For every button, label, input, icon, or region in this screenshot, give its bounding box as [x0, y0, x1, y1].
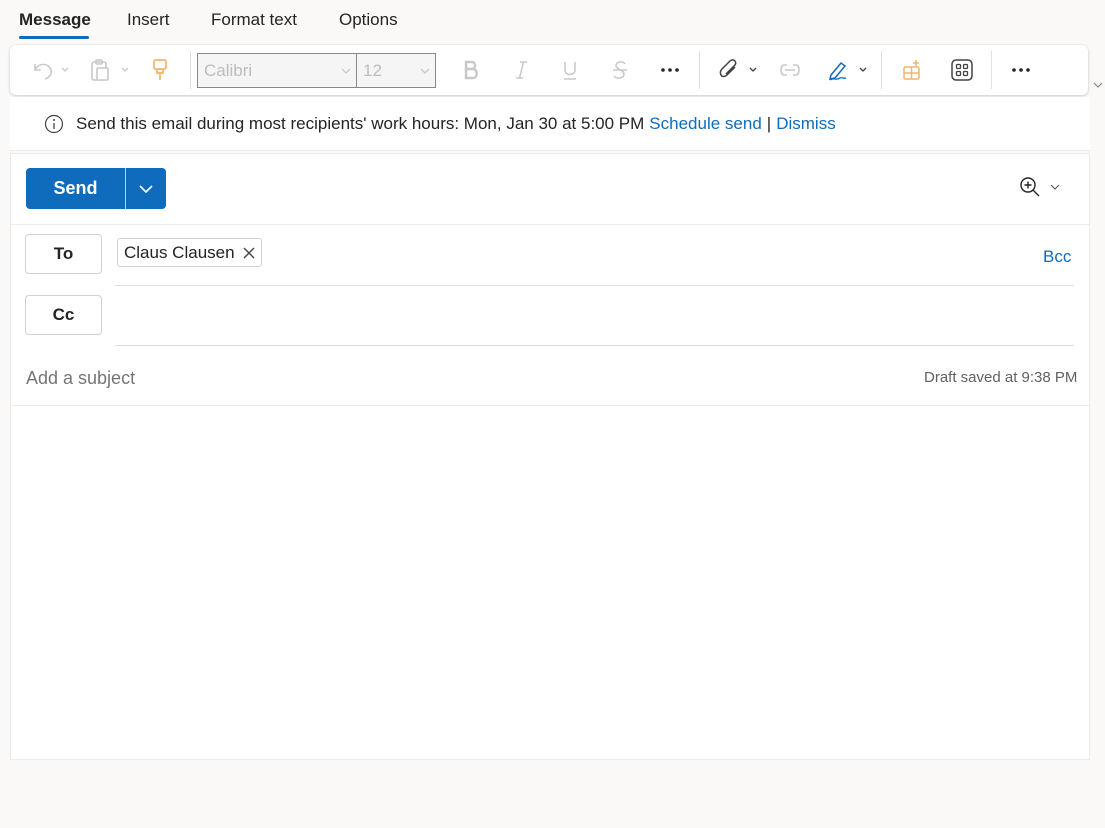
- undo-button[interactable]: [28, 56, 72, 84]
- strikethrough-button[interactable]: [605, 56, 635, 84]
- draft-status: Draft saved at 9:38 PM: [924, 369, 1078, 386]
- insert-table-button[interactable]: [897, 56, 927, 84]
- to-button[interactable]: To: [25, 234, 102, 274]
- link-icon: [780, 64, 800, 76]
- chevron-down-icon: [139, 184, 153, 193]
- more-icon: [1012, 68, 1030, 72]
- chevron-down-icon: [1050, 184, 1060, 190]
- font-size-select[interactable]: 12: [356, 53, 436, 88]
- signature-icon: [828, 61, 867, 81]
- tab-insert[interactable]: Insert: [127, 10, 170, 30]
- send-divider: [125, 168, 126, 209]
- attach-icon: [719, 59, 757, 78]
- toolbar-separator: [991, 51, 992, 89]
- paste-icon: [91, 59, 129, 81]
- bcc-link[interactable]: Bcc: [1043, 247, 1071, 267]
- font-name-select[interactable]: Calibri: [197, 53, 357, 88]
- bold-button[interactable]: [456, 56, 486, 84]
- underline-icon: [564, 62, 576, 80]
- schedule-send-infobar: Send this email during most recipients' …: [10, 97, 1090, 151]
- underline-button[interactable]: [555, 56, 585, 84]
- paste-button[interactable]: [88, 56, 134, 84]
- info-icon: [44, 114, 64, 133]
- recipient-chip[interactable]: Claus Clausen: [117, 238, 262, 267]
- more-formatting-button[interactable]: [655, 56, 685, 84]
- close-icon: [243, 247, 255, 258]
- subject-input[interactable]: [26, 368, 726, 389]
- undo-icon: [34, 63, 69, 80]
- dismiss-link[interactable]: Dismiss: [776, 114, 836, 134]
- bold-icon: [464, 60, 478, 80]
- italic-icon: [516, 61, 527, 79]
- compose-pane: Send To Claus Clausen Bcc Cc Draft saved…: [10, 153, 1090, 760]
- send-split-button: Send: [26, 168, 166, 209]
- infobar-separator: |: [766, 113, 772, 133]
- add-ins-icon: [951, 59, 973, 81]
- more-options-button[interactable]: [1006, 56, 1036, 84]
- cc-field-underline: [115, 345, 1074, 346]
- insert-link-button[interactable]: [775, 56, 805, 84]
- tab-options[interactable]: Options: [339, 10, 398, 30]
- toolbar-separator: [190, 51, 191, 89]
- italic-button[interactable]: [506, 56, 536, 84]
- more-icon: [661, 68, 679, 72]
- format-painter-button[interactable]: [147, 56, 173, 84]
- font-size-value: 12: [363, 60, 382, 80]
- font-name-value: Calibri: [204, 60, 253, 80]
- add-ins-button[interactable]: [947, 56, 977, 84]
- chevron-down-icon: [341, 68, 351, 74]
- schedule-send-link[interactable]: Schedule send: [649, 114, 761, 134]
- strikethrough-icon: [613, 61, 627, 79]
- apps-icon: [903, 60, 920, 80]
- toolbar-separator: [699, 51, 700, 89]
- zoom-button[interactable]: [1019, 176, 1061, 198]
- signature-button[interactable]: [826, 56, 872, 84]
- infobar-message: Send this email during most recipients' …: [76, 113, 645, 133]
- ribbon-tabs: Message Insert Format text Options: [0, 0, 1105, 42]
- zoom-in-icon: [1020, 177, 1040, 197]
- toolbar-separator: [881, 51, 882, 89]
- attach-file-button[interactable]: [716, 56, 762, 84]
- send-options-button[interactable]: [126, 168, 166, 209]
- cc-button[interactable]: Cc: [25, 295, 102, 335]
- format-painter-icon: [153, 59, 167, 80]
- tab-format-text[interactable]: Format text: [211, 10, 297, 30]
- ribbon-toolbar: Calibri 12: [10, 45, 1088, 95]
- chevron-down-icon: [420, 68, 430, 74]
- ribbon-collapse-chevron-icon[interactable]: [1092, 80, 1104, 90]
- remove-recipient-button[interactable]: [243, 247, 255, 259]
- message-body-editor[interactable]: [11, 406, 1089, 759]
- recipient-name: Claus Clausen: [124, 242, 235, 262]
- send-button[interactable]: Send: [26, 168, 125, 209]
- active-tab-indicator: [19, 36, 89, 39]
- tab-message[interactable]: Message: [19, 10, 91, 30]
- divider: [11, 224, 1089, 225]
- to-field-underline: [115, 285, 1074, 286]
